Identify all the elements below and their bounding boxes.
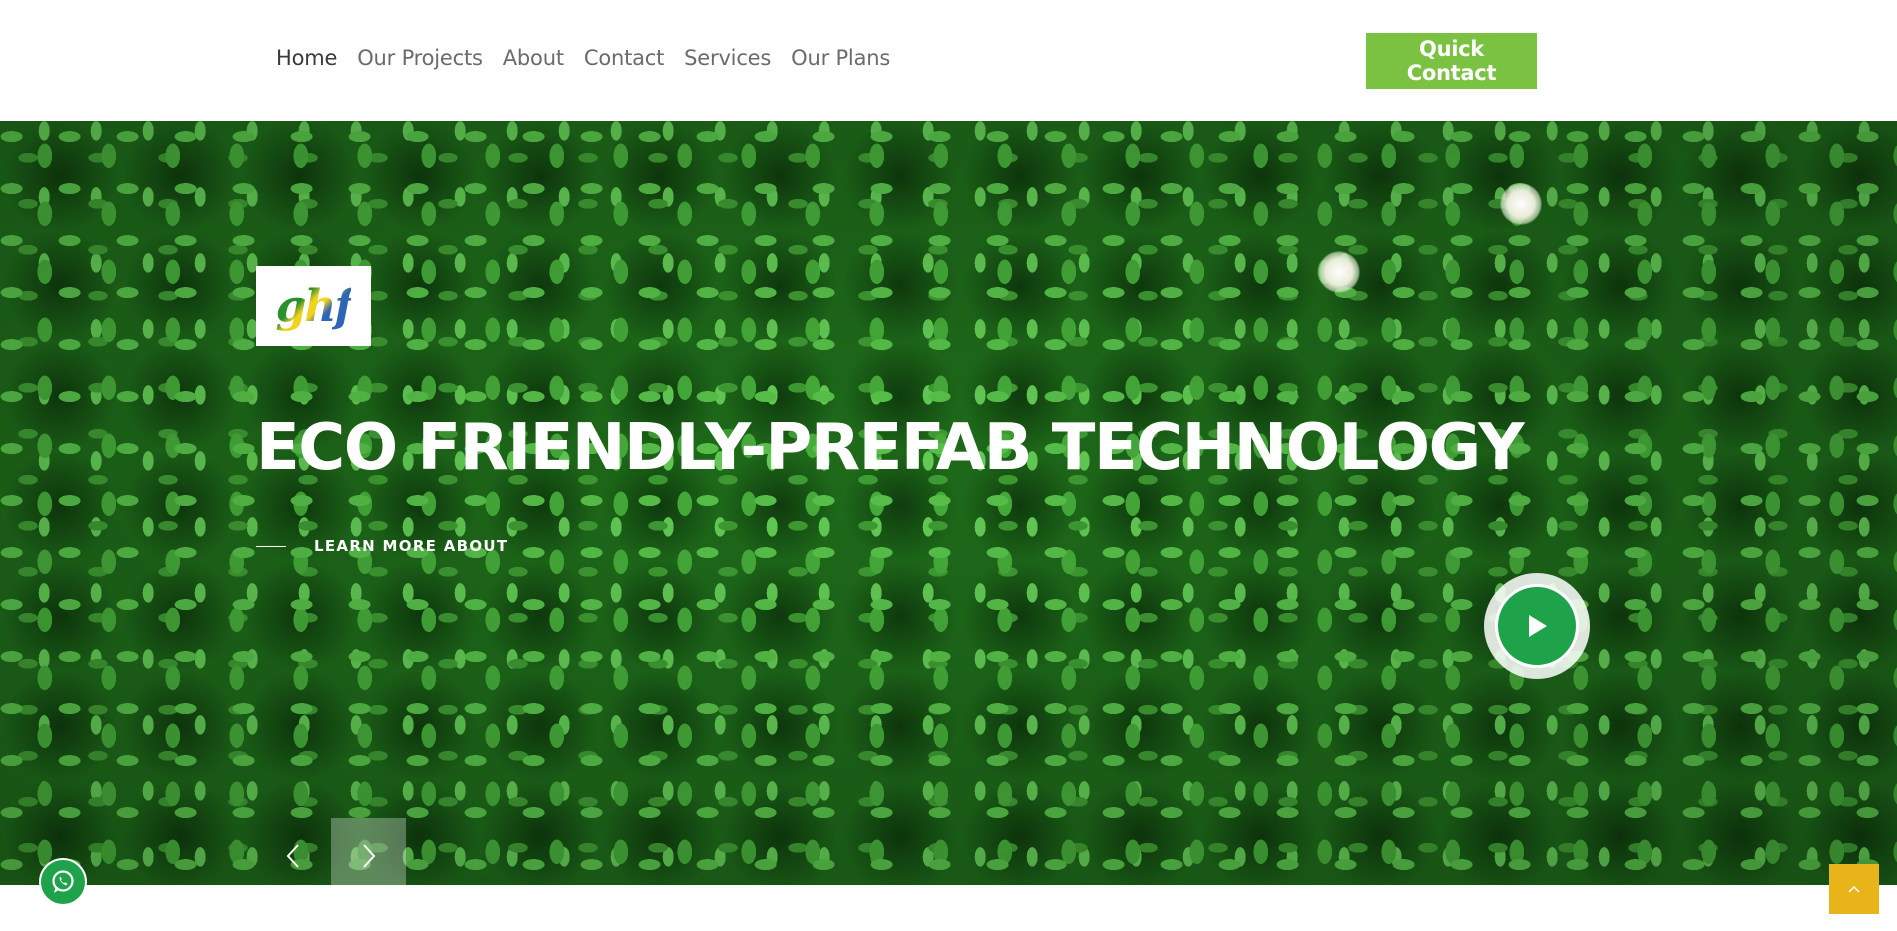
video-play-button[interactable] xyxy=(1484,573,1590,679)
logo-text: ghf xyxy=(275,280,354,332)
site-header: Home Our Projects About Contact Services… xyxy=(0,0,1897,121)
quick-contact-button[interactable]: Quick Contact xyxy=(1366,33,1537,89)
nav-our-plans[interactable]: Our Plans xyxy=(791,46,890,70)
chevron-left-icon xyxy=(286,843,299,868)
learn-more-line xyxy=(256,545,286,547)
learn-more-label: LEARN MORE ABOUT xyxy=(314,537,509,555)
learn-more-link[interactable]: LEARN MORE ABOUT xyxy=(256,537,508,555)
nav-about[interactable]: About xyxy=(503,46,564,70)
brand-logo: ghf xyxy=(256,266,371,346)
nav-our-projects[interactable]: Our Projects xyxy=(357,46,483,70)
scroll-to-top-button[interactable] xyxy=(1829,864,1879,914)
slider-prev-button[interactable] xyxy=(276,818,310,885)
hero-headline: ECO FRIENDLY-PREFAB TECHNOLOGY xyxy=(256,411,1525,485)
slider-next-button[interactable] xyxy=(331,818,406,885)
play-button-inner xyxy=(1495,584,1579,668)
play-icon xyxy=(1529,615,1547,637)
nav-home[interactable]: Home xyxy=(276,46,337,70)
chevron-up-icon xyxy=(1848,885,1860,893)
hero-slider: ghf ECO FRIENDLY-PREFAB TECHNOLOGY LEARN… xyxy=(0,121,1897,885)
whatsapp-icon xyxy=(52,870,74,893)
whatsapp-button[interactable] xyxy=(39,858,87,906)
clover-flower-decoration xyxy=(1318,251,1360,293)
main-nav: Home Our Projects About Contact Services… xyxy=(276,46,910,70)
nav-services[interactable]: Services xyxy=(684,46,771,70)
chevron-right-icon xyxy=(362,843,375,868)
nav-contact[interactable]: Contact xyxy=(584,46,665,70)
clover-flower-decoration xyxy=(1500,183,1542,225)
